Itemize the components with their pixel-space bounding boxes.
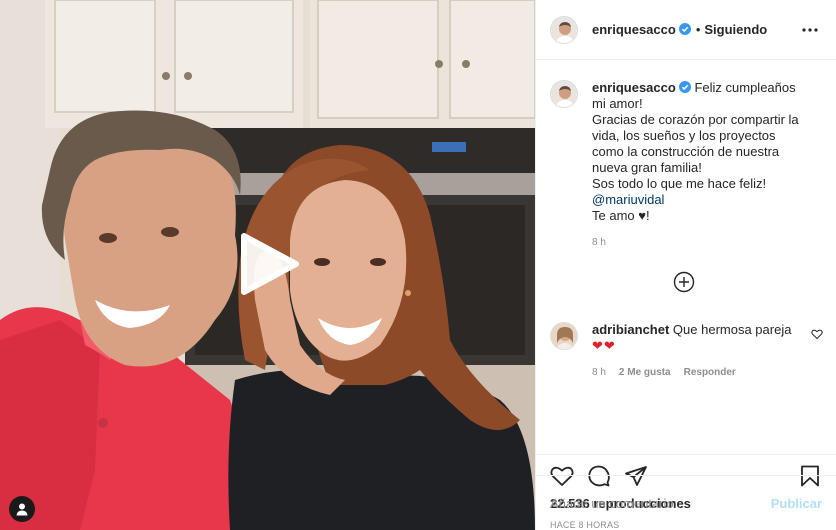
caption-time[interactable]: 8 h	[592, 235, 606, 251]
plus-circle-icon[interactable]	[673, 271, 695, 293]
post-header: enriquesacco • Siguiendo	[536, 0, 836, 60]
comment-item: adribianchet Que hermosa pareja ❤❤ 8 h 2…	[550, 322, 823, 381]
mention-link[interactable]: @mariuvidal	[592, 192, 664, 207]
avatar[interactable]	[550, 80, 578, 108]
caption-text: enriquesacco Feliz cumpleaños mi amor! G…	[592, 80, 802, 251]
video-player[interactable]	[0, 0, 535, 530]
separator-dot: •	[695, 22, 701, 37]
more-options-icon[interactable]	[798, 18, 822, 42]
comment-time[interactable]: 8 h	[592, 365, 606, 381]
comment-text: adribianchet Que hermosa pareja ❤❤ 8 h 2…	[592, 322, 802, 381]
caption-line: Sos todo lo que me hace feliz!	[592, 176, 767, 191]
comment-likes[interactable]: 2 Me gusta	[619, 365, 671, 381]
post-sidebar: enriquesacco • Siguiendo enriquesacco Fe…	[535, 0, 836, 530]
comment-meta: 8 h 2 Me gusta Responder	[592, 365, 802, 381]
comment-username[interactable]: adribianchet	[592, 322, 669, 337]
verified-badge-icon	[678, 23, 691, 35]
caption-line: Gracias de corazón por compartir la vida…	[592, 112, 799, 175]
caption-username[interactable]: enriquesacco	[592, 80, 676, 95]
publish-button[interactable]: Publicar	[771, 496, 822, 511]
reply-button[interactable]: Responder	[684, 365, 736, 381]
avatar[interactable]	[550, 15, 578, 44]
add-comment-bar: Publicar	[536, 475, 836, 530]
post-dialog: enriquesacco • Siguiendo enriquesacco Fe…	[0, 0, 836, 530]
caption-line: Te amo ♥!	[592, 208, 650, 223]
following-button[interactable]: Siguiendo	[704, 22, 767, 37]
caption-comment: enriquesacco Feliz cumpleaños mi amor! G…	[550, 80, 822, 251]
user-tag-icon[interactable]	[9, 496, 35, 522]
avatar[interactable]	[550, 322, 578, 350]
caption-meta: 8 h	[592, 235, 802, 251]
comment-message: Que hermosa pareja	[672, 322, 792, 337]
heart-emoji: ❤❤	[592, 338, 616, 353]
header-username[interactable]: enriquesacco	[592, 22, 691, 37]
comment-input[interactable]	[550, 495, 760, 511]
play-icon[interactable]	[238, 232, 300, 296]
heart-icon[interactable]	[811, 328, 823, 340]
comments-section: enriquesacco Feliz cumpleaños mi amor! G…	[536, 60, 836, 454]
verified-badge-icon	[678, 81, 691, 93]
